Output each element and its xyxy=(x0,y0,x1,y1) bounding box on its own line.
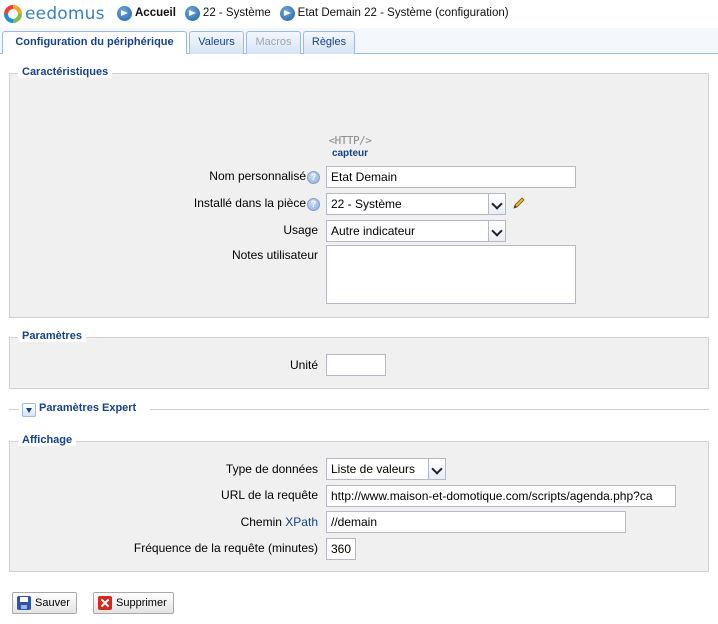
breadcrumb-item-room[interactable]: 22 - Système xyxy=(184,5,271,21)
top-bar: eedomus Accueil 22 - Système Etat Demain… xyxy=(0,0,718,28)
unite-label: Unité xyxy=(289,358,318,372)
tab-bar: Configuration du périphérique Valeurs Ma… xyxy=(0,28,718,55)
url-input[interactable]: http://www.maison-et-domotique.com/scrip… xyxy=(326,485,676,507)
breadcrumb-item-accueil[interactable]: Accueil xyxy=(117,5,176,21)
piece-select-value: 22 - Système xyxy=(331,197,402,211)
nom-label: Nom personnalisé xyxy=(209,169,306,183)
arrow-right-circle-icon xyxy=(279,5,295,21)
tab-regles[interactable]: Règles xyxy=(303,31,355,54)
xpath-link[interactable]: XPath xyxy=(285,515,318,529)
piece-label: Installé dans la pièce xyxy=(193,196,306,210)
chevron-down-icon[interactable] xyxy=(428,459,445,479)
arrow-right-circle-icon xyxy=(184,5,200,21)
legend-parametres: Paramètres xyxy=(18,330,86,342)
eedomus-logo-icon xyxy=(4,5,22,23)
eedomus-logo[interactable]: eedomus xyxy=(4,4,105,24)
configuration-panel: Caractéristiques <HTTP/> capteur Nom per… xyxy=(0,54,718,624)
delete-icon xyxy=(98,596,112,610)
pencil-icon[interactable] xyxy=(511,195,527,211)
save-button-label: Sauver xyxy=(35,597,70,609)
breadcrumb-label: 22 - Système xyxy=(202,7,271,19)
arrow-right-circle-icon xyxy=(117,5,132,21)
usage-label: Usage xyxy=(283,223,318,237)
parametres-expert-toggle[interactable]: Paramètres Expert xyxy=(39,402,136,414)
breadcrumb-label: Etat Demain 22 - Système (configuration) xyxy=(297,7,509,19)
tab-configuration[interactable]: Configuration du périphérique xyxy=(2,31,187,55)
device-type-label: capteur xyxy=(331,148,369,159)
chemin-input[interactable]: //demain xyxy=(326,511,626,533)
tab-valeurs[interactable]: Valeurs xyxy=(189,31,244,54)
nom-input[interactable]: Etat Demain xyxy=(326,166,576,188)
breadcrumb-item-device[interactable]: Etat Demain 22 - Système (configuration) xyxy=(279,5,509,21)
save-button[interactable]: Sauver xyxy=(12,592,77,614)
legend-caracteristiques: Caractéristiques xyxy=(18,66,113,78)
fieldset-affichage: Affichage Type de données Liste de valeu… xyxy=(9,434,709,572)
chevron-down-icon[interactable] xyxy=(488,194,505,214)
divider xyxy=(9,409,19,410)
chemin-label-group: Chemin XPath xyxy=(241,515,318,529)
url-label: URL de la requête xyxy=(221,488,318,502)
save-icon xyxy=(17,596,31,610)
type-label: Type de données xyxy=(225,462,318,476)
help-icon[interactable]: ? xyxy=(307,198,320,211)
chevron-down-icon[interactable] xyxy=(488,221,505,241)
piece-select[interactable]: 22 - Système xyxy=(326,193,506,215)
help-icon[interactable]: ? xyxy=(307,171,320,184)
legend-affichage: Affichage xyxy=(18,434,77,446)
type-select[interactable]: Liste de valeurs xyxy=(326,458,446,480)
delete-button-label: Supprimer xyxy=(116,597,167,609)
expand-toggle-icon[interactable] xyxy=(22,403,36,417)
divider xyxy=(150,409,709,410)
device-type-logo: <HTTP/> capteur xyxy=(320,134,380,159)
usage-select-value: Autre indicateur xyxy=(331,224,416,238)
type-select-value: Liste de valeurs xyxy=(331,462,416,476)
tab-macros: Macros xyxy=(246,31,301,54)
unite-input[interactable] xyxy=(326,354,386,376)
breadcrumb-label: Accueil xyxy=(135,7,176,19)
frequence-input[interactable]: 360 xyxy=(326,538,356,560)
app-name: eedomus xyxy=(25,4,105,24)
chemin-label: Chemin xyxy=(240,515,282,529)
breadcrumb: Accueil 22 - Système Etat Demain 22 - Sy… xyxy=(117,5,518,21)
notes-textarea[interactable] xyxy=(326,245,576,304)
http-icon: <HTTP/> xyxy=(328,134,372,147)
delete-button[interactable]: Supprimer xyxy=(93,592,174,614)
fieldset-caracteristiques: Caractéristiques <HTTP/> capteur Nom per… xyxy=(9,66,709,318)
fieldset-parametres: Paramètres Unité xyxy=(9,330,709,389)
usage-select[interactable]: Autre indicateur xyxy=(326,220,506,242)
frequence-label: Fréquence de la requête (minutes) xyxy=(133,541,318,555)
notes-label: Notes utilisateur xyxy=(231,248,318,262)
